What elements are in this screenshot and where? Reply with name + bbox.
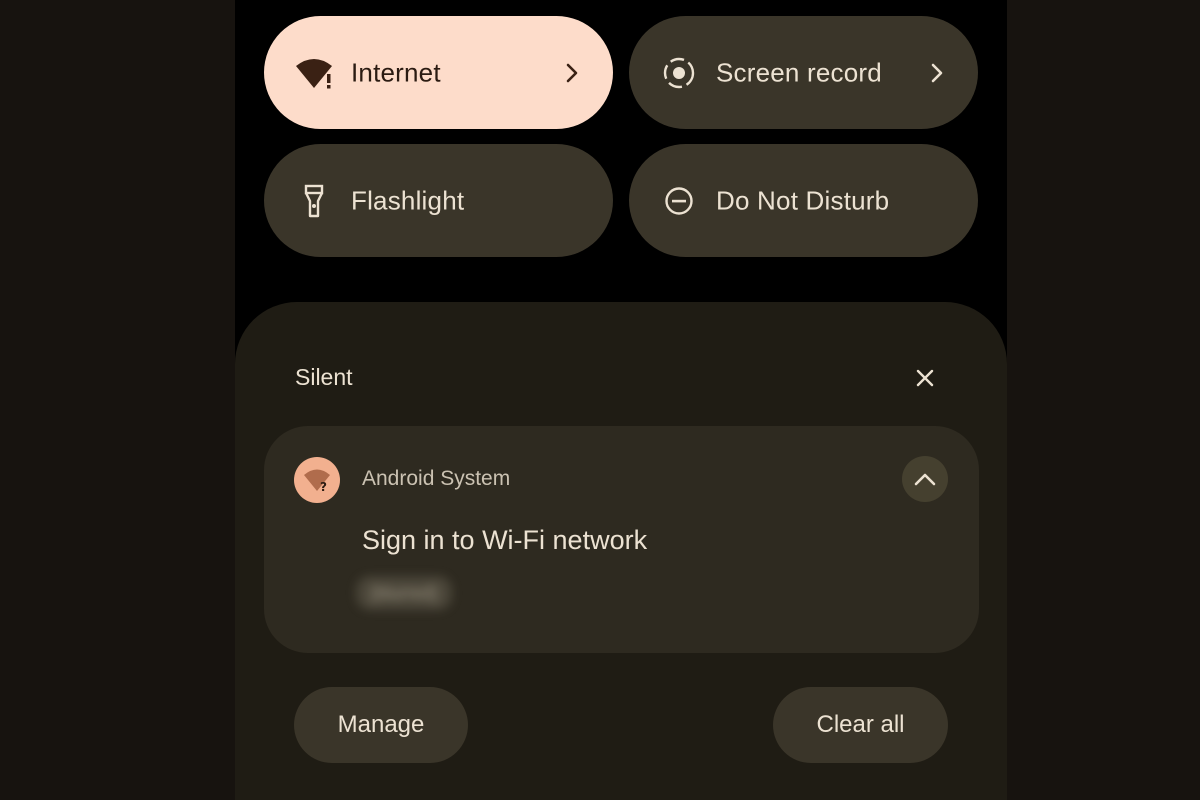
manage-button[interactable]: Manage <box>294 687 468 763</box>
left-backdrop <box>0 0 235 800</box>
right-backdrop <box>1007 0 1200 800</box>
chevron-right-icon <box>928 61 946 85</box>
wifi-question-icon: ? <box>294 457 340 503</box>
internet-tile[interactable]: Internet <box>264 16 613 129</box>
svg-text:?: ? <box>320 480 327 493</box>
clear-all-button[interactable]: Clear all <box>773 687 948 763</box>
screen-record-tile-label: Screen record <box>716 57 882 87</box>
silent-section-label: Silent <box>295 364 353 390</box>
do-not-disturb-tile[interactable]: Do Not Disturb <box>629 144 978 257</box>
wifi-sign-in-notification[interactable]: ? Android System Sign in to Wi-Fi networ… <box>264 426 979 653</box>
notification-app-name: Android System <box>362 467 511 490</box>
flashlight-tile-label: Flashlight <box>351 185 465 215</box>
do-not-disturb-tile-label: Do Not Disturb <box>716 185 890 215</box>
chevron-up-icon <box>914 473 936 486</box>
chevron-right-icon <box>563 61 581 85</box>
phone-screen: Internet Screen record Flashlight Do Not… <box>235 0 1007 800</box>
notification-panel: Silent ? Android System Sign in to Wi-Fi… <box>235 302 1007 800</box>
do-not-disturb-icon <box>659 181 699 221</box>
screen-record-tile[interactable]: Screen record <box>629 16 978 129</box>
notification-title: Sign in to Wi-Fi network <box>362 525 648 555</box>
notification-network-name-blurred: (blurred) <box>356 576 452 610</box>
flashlight-tile[interactable]: Flashlight <box>264 144 613 257</box>
internet-tile-label: Internet <box>351 57 441 87</box>
flashlight-icon <box>294 181 334 221</box>
close-icon[interactable] <box>911 364 939 392</box>
screen-record-icon <box>659 53 699 93</box>
wifi-alert-icon <box>294 53 334 93</box>
collapse-button[interactable] <box>902 456 948 502</box>
